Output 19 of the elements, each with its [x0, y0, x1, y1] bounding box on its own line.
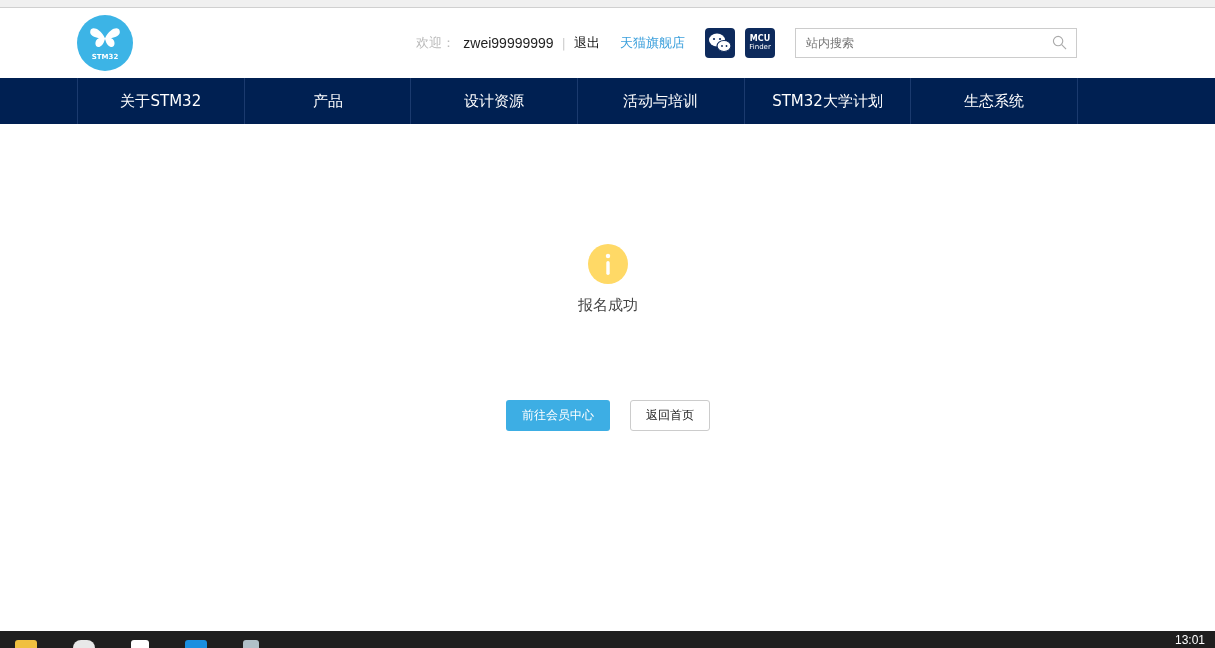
search-field[interactable]: 站内搜索: [795, 28, 1077, 58]
info-icon: [587, 244, 628, 284]
app-icon[interactable]: [73, 640, 95, 648]
nav-menu-item[interactable]: 设计资源: [411, 78, 578, 124]
clock-time: 13:01: [1174, 632, 1205, 647]
nav-menu-item[interactable]: 生态系统: [911, 78, 1079, 124]
folder-icon[interactable]: [15, 640, 37, 648]
separator: |: [561, 35, 566, 51]
search-icon[interactable]: [1052, 35, 1067, 50]
logout-link[interactable]: 退出: [574, 34, 600, 52]
nav-menu-item[interactable]: 活动与培训: [578, 78, 745, 124]
success-message: 报名成功: [577, 296, 638, 315]
nav-menu-item[interactable]: 产品: [244, 78, 412, 124]
welcome-label: 欢迎：: [416, 34, 456, 52]
nav-menu-item[interactable]: STM32大学计划: [744, 78, 912, 124]
chat-bubbles-icon[interactable]: [705, 28, 735, 58]
username: zwei99999999: [463, 35, 554, 51]
home-button[interactable]: 返回首页: [629, 400, 710, 431]
nav-menu-item[interactable]: 关于STM32: [78, 78, 245, 124]
